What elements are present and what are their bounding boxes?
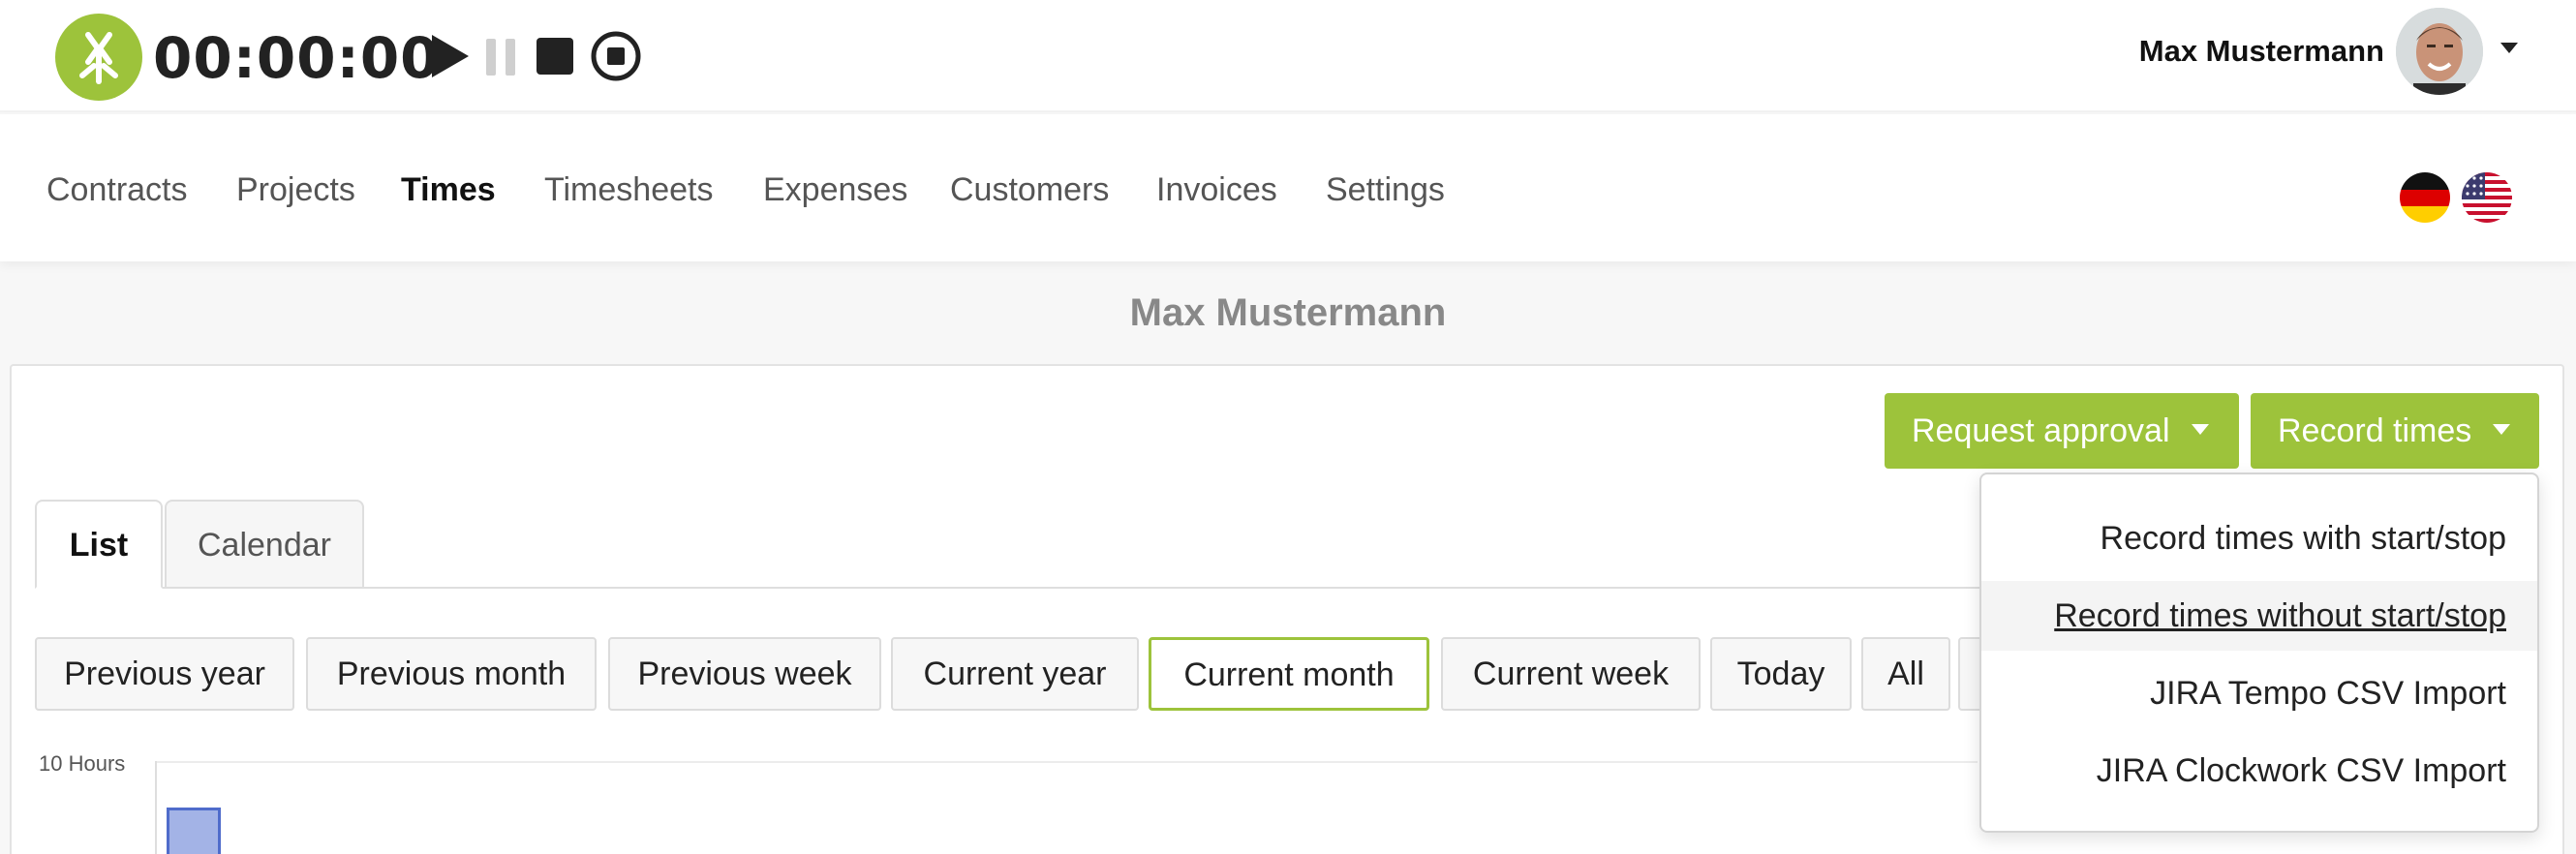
timer-display: 00:00:00 [153, 25, 441, 91]
menu-item-jira-clockwork-import[interactable]: JIRA Clockwork CSV Import [1981, 736, 2537, 806]
request-approval-label: Request approval [1912, 412, 2170, 449]
top-bar: 00:00:00 Max Mustermann [0, 0, 2576, 112]
menu-item-jira-tempo-import[interactable]: JIRA Tempo CSV Import [1981, 658, 2537, 728]
stop-icon[interactable] [529, 29, 583, 83]
nav-item-projects[interactable]: Projects [236, 170, 355, 209]
us-flag-icon[interactable] [2462, 172, 2512, 223]
tab-list[interactable]: List [35, 500, 163, 589]
nav-item-settings[interactable]: Settings [1326, 170, 1445, 209]
filter-current-year-button[interactable]: Current year [891, 637, 1139, 711]
filter-all-button[interactable]: All [1861, 637, 1950, 711]
chart-y-axis [155, 761, 157, 854]
menu-item-record-with-start-stop[interactable]: Record times with start/stop [1981, 503, 2537, 573]
chart-gridline [157, 761, 1978, 763]
nav-item-contracts[interactable]: Contracts [46, 170, 188, 209]
filter-previous-week-button[interactable]: Previous week [608, 637, 881, 711]
app-logo-icon[interactable] [55, 14, 142, 101]
nav-item-times[interactable]: Times [401, 170, 496, 209]
caret-down-icon[interactable] [2500, 43, 2518, 53]
filter-current-month-button[interactable]: Current month [1149, 637, 1429, 711]
nav-item-expenses[interactable]: Expenses [763, 170, 907, 209]
page-title: Max Mustermann [1129, 291, 1447, 334]
user-name[interactable]: Max Mustermann [2139, 32, 2384, 71]
chart-y-label: 10 Hours [39, 751, 126, 776]
play-icon[interactable] [422, 29, 476, 83]
caret-down-icon [2493, 423, 2511, 435]
nav-item-customers[interactable]: Customers [950, 170, 1109, 209]
avatar[interactable] [2396, 8, 2483, 95]
request-approval-button[interactable]: Request approval [1885, 393, 2239, 469]
menu-item-record-without-start-stop[interactable]: Record times without start/stop [1981, 581, 2537, 651]
caret-down-icon [2191, 423, 2209, 435]
pause-icon[interactable] [475, 29, 529, 83]
main-nav: Contracts Projects Times Timesheets Expe… [0, 114, 2576, 261]
filter-today-button[interactable]: Today [1710, 637, 1852, 711]
tab-calendar[interactable]: Calendar [165, 500, 364, 589]
record-times-dropdown: Record times with start/stop Record time… [1979, 473, 2539, 833]
record-times-label: Record times [2278, 412, 2472, 449]
filter-previous-year-button[interactable]: Previous year [35, 637, 294, 711]
record-times-button[interactable]: Record times [2251, 393, 2539, 469]
filter-current-week-button[interactable]: Current week [1441, 637, 1701, 711]
filter-previous-month-button[interactable]: Previous month [306, 637, 597, 711]
nav-item-timesheets[interactable]: Timesheets [544, 170, 713, 209]
nav-item-invoices[interactable]: Invoices [1156, 170, 1277, 209]
de-flag-icon[interactable] [2400, 172, 2450, 223]
record-stop-icon[interactable] [589, 29, 643, 83]
chart-bar [167, 808, 221, 854]
